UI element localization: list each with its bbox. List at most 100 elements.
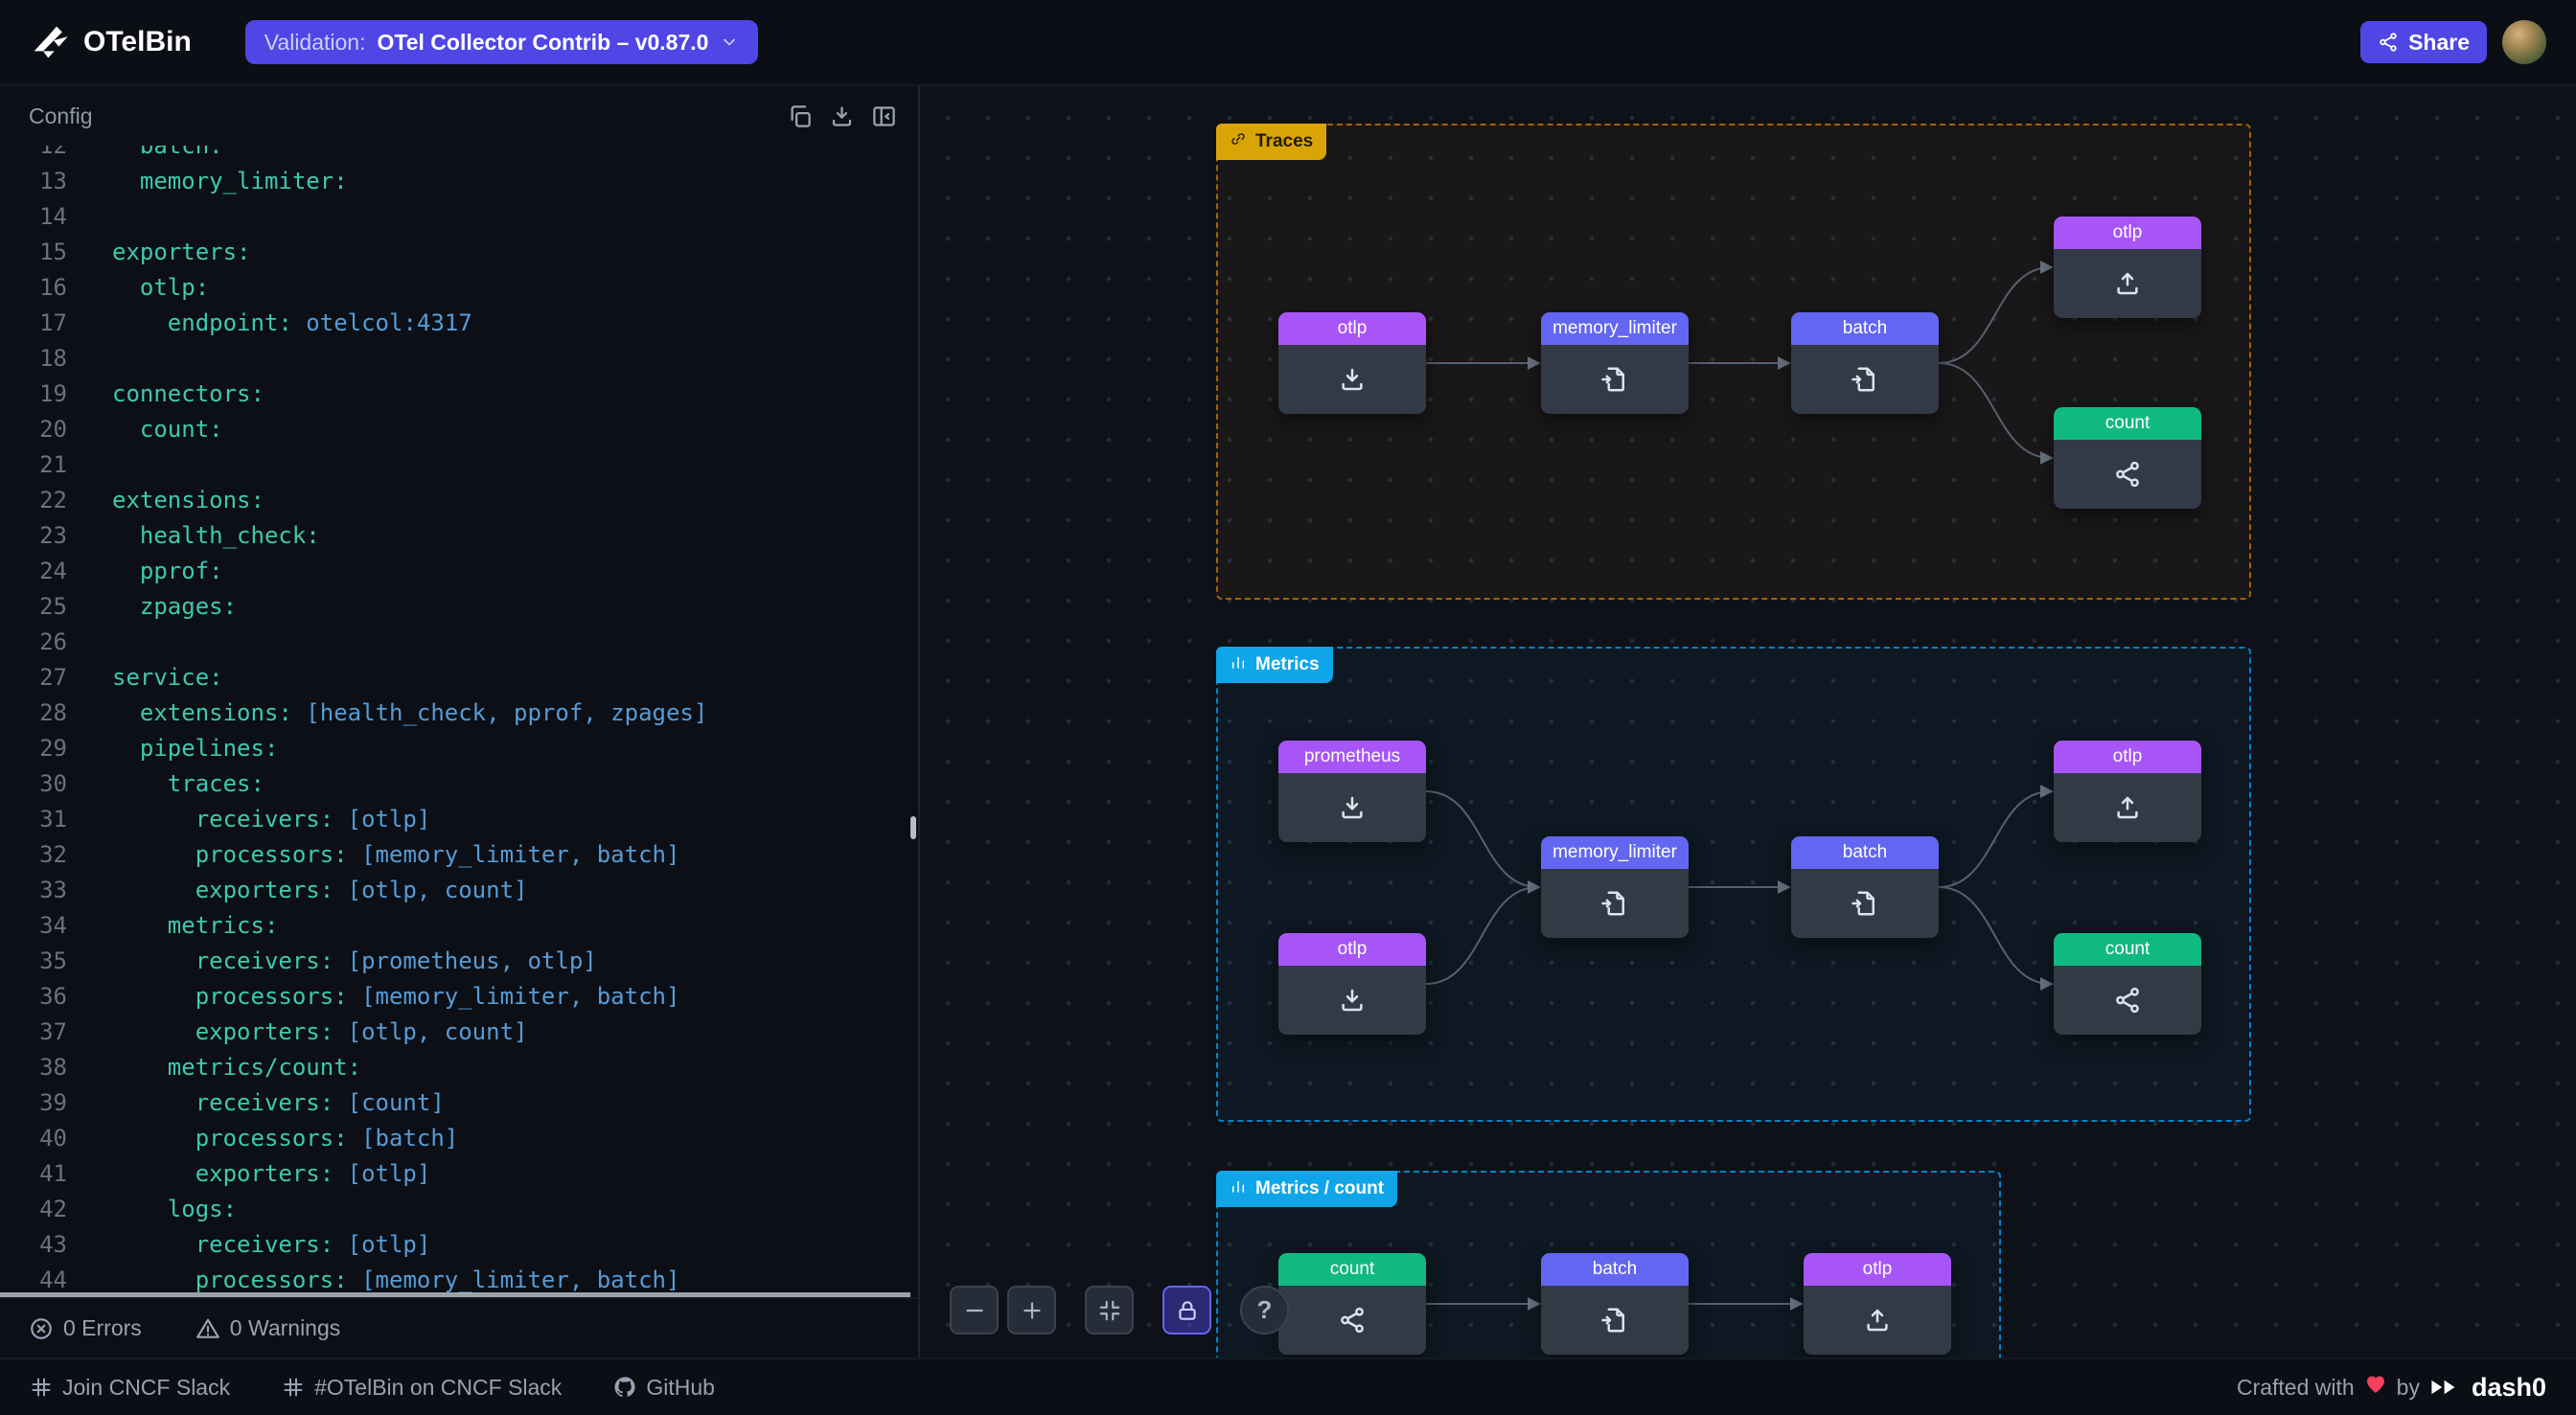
code-line-21[interactable]: 21 [0,447,918,483]
line-number: 17 [0,306,67,341]
code-line-34[interactable]: 34 metrics: [0,908,918,944]
otelbin-slack-link[interactable]: #OTelBin on CNCF Slack [282,1375,562,1401]
diagram-controls: ? [950,1286,1289,1335]
zoom-in-button[interactable] [1007,1286,1056,1335]
code-line-13[interactable]: 13 memory_limiter: [0,164,918,199]
code-line-37[interactable]: 37 exporters: [otlp, count] [0,1015,918,1050]
code-line-28[interactable]: 28 extensions: [health_check, pprof, zpa… [0,696,918,731]
line-content: processors: [memory_limiter, batch] [67,841,679,868]
editor-horizontal-scrollbar[interactable] [0,1292,910,1297]
editor-status-bar: 0 Errors 0 Warnings [0,1297,918,1358]
fit-view-button[interactable] [1085,1286,1134,1335]
code-line-25[interactable]: 25 zpages: [0,589,918,625]
node-label: batch [1791,312,1939,345]
heart-icon [2364,1373,2387,1402]
line-number: 28 [0,696,67,731]
node-body [1278,1286,1426,1355]
node-label: memory_limiter [1541,836,1689,869]
code-line-16[interactable]: 16 otlp: [0,270,918,306]
code-line-38[interactable]: 38 metrics/count: [0,1050,918,1085]
fit-view-icon [1097,1298,1122,1323]
dash0-logo[interactable]: dash0 [2429,1373,2546,1403]
pipeline-node-metrics-otlp-e[interactable]: otlp [2054,741,2201,842]
code-line-23[interactable]: 23 health_check: [0,518,918,554]
processor-icon [1851,365,1879,394]
code-line-42[interactable]: 42 logs: [0,1192,918,1227]
code-line-19[interactable]: 19connectors: [0,377,918,412]
pipeline-node-metrics-prometheus[interactable]: prometheus [1278,741,1426,842]
code-line-17[interactable]: 17 endpoint: otelcol:4317 [0,306,918,341]
github-icon [613,1376,636,1399]
warning-triangle-icon [196,1316,220,1341]
line-content: exporters: [otlp, count] [67,1018,527,1045]
code-line-22[interactable]: 22extensions: [0,483,918,518]
code-line-33[interactable]: 33 exporters: [otlp, count] [0,873,918,908]
line-content: exporters: [67,239,251,265]
user-avatar[interactable] [2502,20,2546,64]
pipeline-node-metrics-count-otlp[interactable]: otlp [1804,1253,1951,1355]
otelbin-logo[interactable]: OTelBin [30,22,192,62]
code-line-43[interactable]: 43 receivers: [otlp] [0,1227,918,1263]
line-content: exporters: [otlp, count] [67,877,527,903]
copy-config-button[interactable] [778,95,820,137]
code-line-12[interactable]: 12 batch: [0,146,918,164]
pipeline-node-metrics-batch[interactable]: batch [1791,836,1939,938]
pipeline-node-metrics-memory_limiter[interactable]: memory_limiter [1541,836,1689,938]
node-label: prometheus [1278,741,1426,773]
pipeline-node-metrics-count-batch[interactable]: batch [1541,1253,1689,1355]
help-button[interactable]: ? [1240,1286,1289,1335]
pipeline-node-traces-batch[interactable]: batch [1791,312,1939,414]
pipeline-node-traces-memory_limiter[interactable]: memory_limiter [1541,312,1689,414]
otelbin-app: OTelBin Validation: OTel Collector Contr… [0,0,2576,1415]
code-line-31[interactable]: 31 receivers: [otlp] [0,802,918,837]
line-content: extensions: [health_check, pprof, zpages… [67,699,707,726]
code-line-39[interactable]: 39 receivers: [count] [0,1085,918,1121]
editor-vertical-scrollbar[interactable] [910,816,916,839]
code-line-24[interactable]: 24 pprof: [0,554,918,589]
app-title: OTelBin [83,26,192,58]
code-line-26[interactable]: 26 [0,625,918,660]
validation-selector[interactable]: Validation: OTel Collector Contrib – v0.… [245,20,759,64]
pipeline-node-metrics-count-count[interactable]: count [1278,1253,1426,1355]
line-number: 34 [0,908,67,944]
code-line-41[interactable]: 41 exporters: [otlp] [0,1156,918,1192]
crafted-with-text: Crafted with [2237,1375,2355,1401]
line-number: 16 [0,270,67,306]
join-cncf-slack-link[interactable]: Join CNCF Slack [30,1375,230,1401]
code-line-30[interactable]: 30 traces: [0,766,918,802]
line-number: 15 [0,235,67,270]
pipeline-node-traces-count[interactable]: count [2054,407,2201,509]
download-config-button[interactable] [820,95,862,137]
node-body [1541,345,1689,414]
line-content: connectors: [67,380,264,407]
code-line-35[interactable]: 35 receivers: [prometheus, otlp] [0,944,918,979]
code-line-32[interactable]: 32 processors: [memory_limiter, batch] [0,837,918,873]
share-button[interactable]: Share [2360,21,2487,63]
line-content: pipelines: [67,735,278,762]
code-line-14[interactable]: 14 [0,199,918,235]
by-text: by [2397,1375,2420,1401]
lock-button[interactable] [1162,1286,1211,1335]
code-line-18[interactable]: 18 [0,341,918,377]
pipeline-node-metrics-otlp-r[interactable]: otlp [1278,933,1426,1035]
code-editor[interactable]: 12 batch:13 memory_limiter:1415exporters… [0,146,918,1297]
node-body [1541,869,1689,938]
line-content: zpages: [67,593,237,620]
code-line-15[interactable]: 15exporters: [0,235,918,270]
pipeline-node-traces-otlp-e[interactable]: otlp [2054,217,2201,318]
zoom-out-button[interactable] [950,1286,999,1335]
code-line-27[interactable]: 27service: [0,660,918,696]
pipeline-node-traces-otlp-r[interactable]: otlp [1278,312,1426,414]
code-line-29[interactable]: 29 pipelines: [0,731,918,766]
code-line-20[interactable]: 20 count: [0,412,918,447]
line-content [67,451,112,478]
line-number: 25 [0,589,67,625]
code-line-36[interactable]: 36 processors: [memory_limiter, batch] [0,979,918,1015]
github-link[interactable]: GitHub [613,1375,715,1401]
code-line-40[interactable]: 40 processors: [batch] [0,1121,918,1156]
processor-icon [1851,889,1879,918]
processor-icon [1600,365,1629,394]
header-actions: Share [2360,20,2546,64]
collapse-panel-button[interactable] [862,95,905,137]
pipeline-node-metrics-count[interactable]: count [2054,933,2201,1035]
